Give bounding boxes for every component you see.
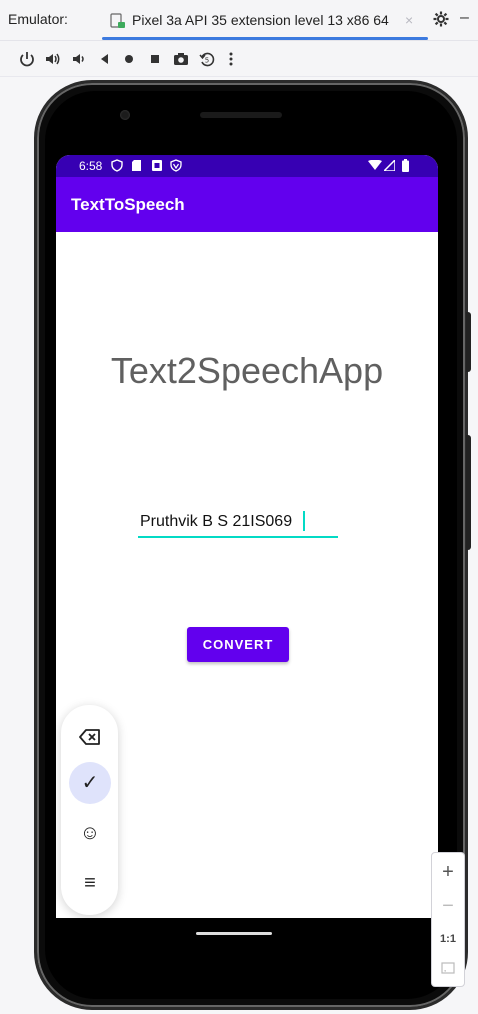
more-icon[interactable] xyxy=(222,50,240,68)
side-button-upper xyxy=(466,312,471,372)
zoom-controls: + − 1:1 xyxy=(431,852,465,987)
volume-up-icon[interactable] xyxy=(44,50,62,68)
keyboard-toolbar: ✓ ☺ ≡ xyxy=(61,705,118,915)
emulator-toolbar: 5 xyxy=(0,41,478,77)
text-input-value: Pruthvik B S 21IS069 xyxy=(140,513,293,530)
gesture-pill[interactable] xyxy=(196,932,272,935)
status-time: 6:58 xyxy=(79,159,103,173)
app-title: TextToSpeech xyxy=(71,195,185,214)
zoom-actual-size-button[interactable]: 1:1 xyxy=(432,933,464,945)
notification-icon xyxy=(152,160,162,171)
checkmark-icon[interactable]: ✓ xyxy=(69,762,111,804)
app-bar: TextToSpeech xyxy=(56,177,438,232)
zoom-in-button[interactable]: + xyxy=(432,861,464,884)
minimize-button[interactable]: – xyxy=(460,9,469,27)
back-icon[interactable] xyxy=(96,50,114,68)
convert-button[interactable]: CONVERT xyxy=(187,627,289,662)
emulator-label: Emulator: xyxy=(8,11,68,27)
screenshot-icon[interactable] xyxy=(172,50,190,68)
wifi-icon xyxy=(368,160,382,170)
volume-down-icon[interactable] xyxy=(70,50,88,68)
emoji-icon[interactable]: ☺ xyxy=(69,812,111,854)
status-bar: 6:58 xyxy=(56,155,438,177)
side-button-lower xyxy=(466,435,471,550)
power-icon[interactable] xyxy=(18,50,36,68)
signal-icon xyxy=(384,160,395,171)
emulator-window: Emulator: Pixel 3a API 35 extension leve… xyxy=(0,0,478,1014)
app-heading: Text2SpeechApp xyxy=(110,350,384,391)
device-tab[interactable]: Pixel 3a API 35 extension level 13 x86 6… xyxy=(102,6,432,40)
svg-text:5: 5 xyxy=(205,57,209,65)
zoom-out-button[interactable]: − xyxy=(432,895,464,918)
backspace-icon[interactable] xyxy=(69,715,111,757)
rotate-icon[interactable]: 5 xyxy=(198,50,216,68)
tab-title: Pixel 3a API 35 extension level 13 x86 6… xyxy=(132,12,389,28)
title-bar: Emulator: Pixel 3a API 35 extension leve… xyxy=(0,0,478,41)
battery-icon xyxy=(402,159,409,172)
home-icon[interactable] xyxy=(120,50,138,68)
tab-active-indicator xyxy=(102,37,428,40)
text-input[interactable]: Pruthvik B S 21IS069 xyxy=(138,510,338,538)
text-cursor xyxy=(303,511,305,531)
overview-icon[interactable] xyxy=(146,50,164,68)
front-camera xyxy=(120,110,130,120)
tab-close-icon[interactable]: × xyxy=(405,12,413,28)
navigation-bar xyxy=(56,918,438,940)
earpiece-speaker xyxy=(200,112,282,118)
device-icon xyxy=(110,13,125,28)
fit-screen-icon[interactable] xyxy=(432,961,464,979)
menu-icon[interactable]: ≡ xyxy=(69,862,111,904)
gear-icon[interactable] xyxy=(433,11,449,27)
shield-icon xyxy=(170,159,182,172)
sd-card-icon xyxy=(132,160,141,171)
vpn-icon xyxy=(111,159,123,172)
